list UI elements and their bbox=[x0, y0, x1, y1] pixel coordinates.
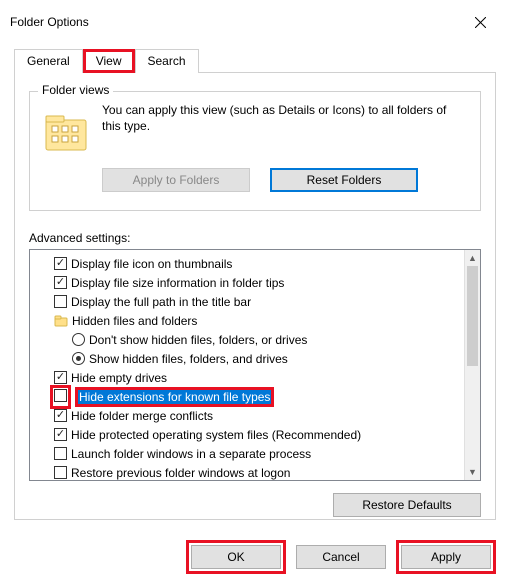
dialog-buttons: OK Cancel Apply bbox=[186, 540, 496, 574]
folder-options-dialog: Folder Options General View Search Folde… bbox=[0, 0, 510, 586]
list-item-label: Hide folder merge conflicts bbox=[71, 409, 213, 423]
folder-icon bbox=[54, 314, 68, 328]
list-item[interactable]: Show hidden files, folders, and drives bbox=[72, 349, 464, 368]
list-item-label: Display the full path in the title bar bbox=[71, 295, 251, 309]
check-icon: ✓ bbox=[56, 372, 65, 383]
dialog-title: Folder Options bbox=[10, 15, 89, 29]
check-icon: ✓ bbox=[56, 277, 65, 288]
tab-panel: Folder views You can apply this view (su… bbox=[14, 72, 496, 520]
checkbox[interactable]: ✓ bbox=[54, 276, 67, 289]
tab-search-label: Search bbox=[148, 54, 186, 68]
list-item[interactable]: Launch folder windows in a separate proc… bbox=[54, 444, 464, 463]
check-icon: ✓ bbox=[56, 258, 65, 269]
tab-general[interactable]: General bbox=[14, 49, 83, 73]
list-item-folder[interactable]: Hidden files and folders bbox=[54, 311, 464, 330]
check-icon: ✓ bbox=[56, 429, 65, 440]
ok-highlight: OK bbox=[186, 540, 286, 574]
scroll-down-arrow[interactable]: ▼ bbox=[465, 464, 480, 480]
apply-button[interactable]: Apply bbox=[401, 545, 491, 569]
scroll-up-arrow[interactable]: ▲ bbox=[465, 250, 480, 266]
tab-strip: General View Search bbox=[14, 48, 496, 72]
ok-button[interactable]: OK bbox=[191, 545, 281, 569]
list-item-label: Hide protected operating system files (R… bbox=[71, 428, 361, 442]
list-item[interactable]: Restore previous folder windows at logon bbox=[54, 463, 464, 480]
tab-view[interactable]: View bbox=[83, 49, 135, 73]
list-item-label: Display file size information in folder … bbox=[71, 276, 284, 290]
list-item-label: Show hidden files, folders, and drives bbox=[89, 352, 288, 366]
list-item-label: Hidden files and folders bbox=[72, 314, 197, 328]
list-item-label: Restore previous folder windows at logon bbox=[71, 466, 290, 480]
tab-general-label: General bbox=[27, 54, 70, 68]
reset-folders-button[interactable]: Reset Folders bbox=[270, 168, 418, 192]
folder-views-legend: Folder views bbox=[38, 83, 113, 97]
check-icon: ✓ bbox=[56, 410, 65, 421]
close-button[interactable] bbox=[460, 8, 500, 36]
folder-views-text: You can apply this view (such as Details… bbox=[102, 102, 468, 134]
apply-to-folders-button: Apply to Folders bbox=[102, 168, 250, 192]
list-item-label: Hide empty drives bbox=[71, 371, 167, 385]
highlight-box bbox=[50, 385, 71, 409]
checkbox[interactable]: ✓ bbox=[54, 428, 67, 441]
checkbox[interactable]: ✓ bbox=[54, 257, 67, 270]
cancel-button[interactable]: Cancel bbox=[296, 545, 386, 569]
apply-highlight: Apply bbox=[396, 540, 496, 574]
folder-views-icon bbox=[42, 108, 90, 156]
list-item[interactable]: ✓ Display file size information in folder… bbox=[54, 273, 464, 292]
tab-view-label: View bbox=[96, 54, 122, 68]
list-item[interactable]: ✓ Display file icon on thumbnails bbox=[54, 254, 464, 273]
list-item-label: Hide extensions for known file types bbox=[75, 387, 274, 407]
tab-search[interactable]: Search bbox=[135, 49, 199, 73]
list-item-label: Launch folder windows in a separate proc… bbox=[71, 447, 311, 461]
checkbox[interactable] bbox=[54, 447, 67, 460]
checkbox[interactable] bbox=[54, 295, 67, 308]
scroll-thumb[interactable] bbox=[467, 266, 478, 366]
checkbox[interactable] bbox=[54, 466, 67, 479]
list-item[interactable]: ✓ Hide folder merge conflicts bbox=[54, 406, 464, 425]
advanced-settings-list[interactable]: ✓ Display file icon on thumbnails ✓ Display… bbox=[29, 249, 481, 481]
folder-views-group: Folder views You can apply this view (su… bbox=[29, 91, 481, 211]
list-item[interactable]: Hide extensions for known file types bbox=[54, 387, 464, 406]
list-item[interactable]: ✓ Hide empty drives bbox=[54, 368, 464, 387]
list-item-label: Display file icon on thumbnails bbox=[71, 257, 232, 271]
list-item[interactable]: Display the full path in the title bar bbox=[54, 292, 464, 311]
list-item[interactable]: ✓ Hide protected operating system files (… bbox=[54, 425, 464, 444]
advanced-settings-label: Advanced settings: bbox=[29, 231, 481, 245]
radio-dot-icon bbox=[76, 356, 81, 361]
checkbox[interactable]: ✓ bbox=[54, 409, 67, 422]
checkbox[interactable]: ✓ bbox=[54, 371, 67, 384]
checkbox[interactable] bbox=[54, 389, 67, 402]
titlebar: Folder Options bbox=[0, 0, 510, 44]
scrollbar[interactable]: ▲ ▼ bbox=[464, 250, 480, 480]
list-item[interactable]: Don't show hidden files, folders, or dri… bbox=[72, 330, 464, 349]
radio[interactable] bbox=[72, 333, 85, 346]
restore-defaults-button[interactable]: Restore Defaults bbox=[333, 493, 481, 517]
radio[interactable] bbox=[72, 352, 85, 365]
list-item-label: Don't show hidden files, folders, or dri… bbox=[89, 333, 307, 347]
